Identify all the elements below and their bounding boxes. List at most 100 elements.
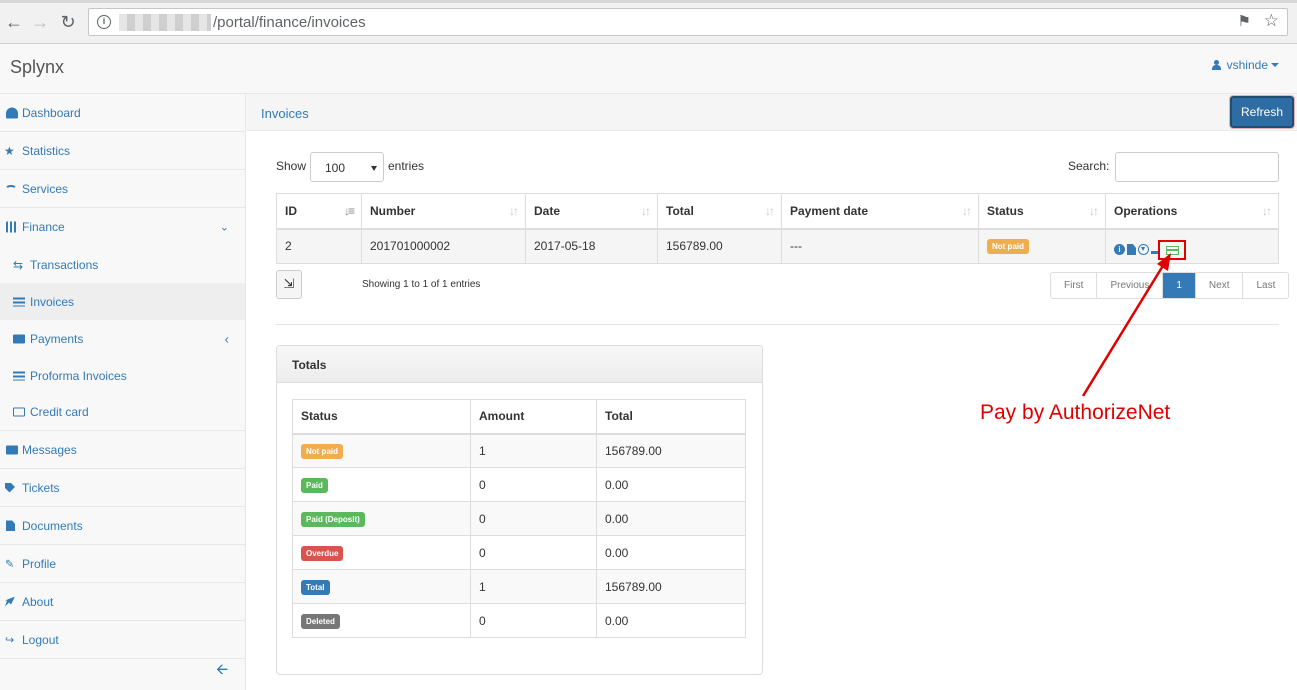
sort-icon: ↓↑ (1089, 204, 1099, 218)
sort-icon: ↓↑ (1262, 204, 1272, 218)
user-menu[interactable]: vshinde (1211, 58, 1279, 72)
sidebar-item-profile[interactable]: ✎ Profile (0, 545, 245, 583)
cell-date: 2017-05-18 (525, 228, 658, 264)
brand-logo[interactable]: Splynx (10, 57, 64, 78)
sidebar-item-documents[interactable]: Documents (0, 507, 245, 545)
column-header-payment-date[interactable]: Payment date ↓↑ (781, 193, 979, 230)
entries-select[interactable]: 100 (310, 152, 384, 182)
forward-icon[interactable]: → (30, 12, 50, 32)
column-header-operations[interactable]: Operations ↓↑ (1105, 193, 1279, 230)
table-row: Total 1 156789.00 (292, 569, 746, 604)
sort-icon: ↓≡ (343, 204, 355, 218)
sidebar-item-credit-card[interactable]: Credit card (0, 394, 245, 431)
cell-status: Not paid (978, 228, 1106, 264)
column-header-status[interactable]: Status ↓↑ (978, 193, 1106, 230)
pager-page-1[interactable]: 1 (1163, 273, 1196, 298)
sidebar-item-services[interactable]: Services (0, 170, 245, 208)
key-icon[interactable]: ⚑ (1238, 12, 1251, 30)
operations-group: i (1114, 239, 1186, 260)
reload-icon[interactable]: ↻ (58, 12, 78, 32)
cell-amount: 0 (470, 467, 597, 502)
search-label: Search: (1068, 159, 1110, 173)
sidebar-item-messages[interactable]: Messages (0, 431, 245, 469)
sidebar-item-invoices[interactable]: Invoices (0, 283, 245, 320)
sidebar-item-payments[interactable]: Payments ‹ (0, 320, 245, 357)
info-icon[interactable]: i (1114, 244, 1125, 255)
totals-header-amount: Amount (470, 399, 597, 435)
show-label: Show (276, 159, 307, 173)
totals-header-status: Status (292, 399, 471, 435)
sidebar-item-proforma-invoices[interactable]: Proforma Invoices (0, 357, 245, 394)
sidebar-item-about[interactable]: About (0, 583, 245, 621)
back-icon[interactable]: ← (4, 12, 24, 32)
cell-total: 156789.00 (657, 228, 782, 264)
sidebar-item-finance[interactable]: Finance ⌄ (0, 208, 245, 246)
entries-label: entries (388, 159, 425, 173)
tag-icon (5, 482, 15, 493)
info-icon[interactable]: i (97, 15, 111, 29)
pager-previous[interactable]: Previous (1097, 273, 1164, 298)
envelope-icon (6, 445, 18, 454)
pay-authorizenet-button[interactable] (1158, 239, 1186, 260)
cell-total: 156789.00 (596, 433, 746, 468)
invoices-table: ID ↓≡ Number ↓↑ Date ↓↑ Total ↓↑ Payment dat… (276, 193, 1279, 264)
pager-last[interactable]: Last (1243, 273, 1289, 298)
sort-icon: ↓↑ (509, 204, 519, 218)
rocket-icon (5, 596, 15, 607)
pager-first[interactable]: First (1051, 273, 1098, 298)
sidebar-item-label: Finance (22, 220, 65, 234)
refresh-button[interactable]: Refresh (1229, 95, 1295, 129)
page-header: Invoices (246, 94, 1297, 131)
list-icon (13, 297, 25, 306)
column-header-number[interactable]: Number ↓↑ (361, 193, 526, 230)
credit-card-icon (13, 407, 25, 417)
sidebar-item-dashboard[interactable]: Dashboard (0, 94, 245, 132)
star-icon: ★ (4, 143, 15, 158)
sidebar-item-logout[interactable]: ↪ Logout (0, 621, 245, 659)
file-icon (6, 520, 15, 531)
list-alt-icon (13, 371, 25, 380)
sidebar-item-label: About (22, 594, 54, 609)
credit-card-icon (1166, 245, 1179, 255)
caret-down-icon (371, 166, 377, 171)
totals-panel: Totals Status Amount Total Not paid 1 15… (276, 345, 763, 675)
blurred-host (119, 14, 211, 31)
sort-icon: ↓↑ (641, 204, 651, 218)
sidebar-item-statistics[interactable]: ★ Statistics (0, 132, 245, 170)
table-row: Not paid 1 156789.00 (292, 433, 746, 468)
pager-next[interactable]: Next (1195, 273, 1244, 298)
pencil-icon: ✎ (5, 558, 15, 570)
logout-icon: ↪ (5, 634, 15, 646)
column-header-total[interactable]: Total ↓↑ (657, 193, 782, 230)
sort-icon: ↓↑ (962, 204, 972, 218)
tab-strip (0, 0, 1297, 3)
status-badge: Total (301, 579, 330, 595)
sidebar-item-tickets[interactable]: Tickets (0, 469, 245, 507)
status-badge: Not paid (301, 443, 343, 459)
cell-total: 0.00 (596, 603, 746, 638)
chevron-left-icon: ‹ (224, 331, 229, 346)
cell-amount: 0 (470, 535, 597, 570)
annotation-label: Pay by AuthorizeNet (980, 401, 1171, 424)
download-icon[interactable] (1138, 244, 1149, 255)
caret-down-icon (1271, 63, 1279, 67)
sidebar-item-label: Profile (22, 556, 57, 571)
cell-total: 156789.00 (596, 569, 746, 604)
sidebar-item-label: Services (22, 181, 69, 196)
sidebar-item-label: Credit card (30, 405, 89, 419)
export-button[interactable]: ⇲ (276, 270, 302, 299)
column-header-id[interactable]: ID ↓≡ (276, 193, 362, 230)
address-bar[interactable]: i /portal/finance/invoices ⚑ ☆ (88, 8, 1288, 36)
cell-total: 0.00 (596, 501, 746, 536)
column-header-date[interactable]: Date ↓↑ (525, 193, 658, 230)
totals-title: Totals (277, 346, 762, 383)
cell-operations: i (1105, 228, 1279, 264)
pagination: First Previous 1 Next Last (1050, 272, 1290, 299)
arrow-left-icon[interactable]: 🡨 (216, 659, 228, 684)
search-input[interactable] (1115, 152, 1279, 182)
file-icon[interactable] (1127, 244, 1136, 255)
cell-amount: 0 (470, 501, 597, 536)
sidebar-item-transactions[interactable]: ⇆ Transactions (0, 246, 245, 283)
status-badge: Paid (301, 477, 328, 493)
star-icon[interactable]: ☆ (1264, 11, 1279, 31)
